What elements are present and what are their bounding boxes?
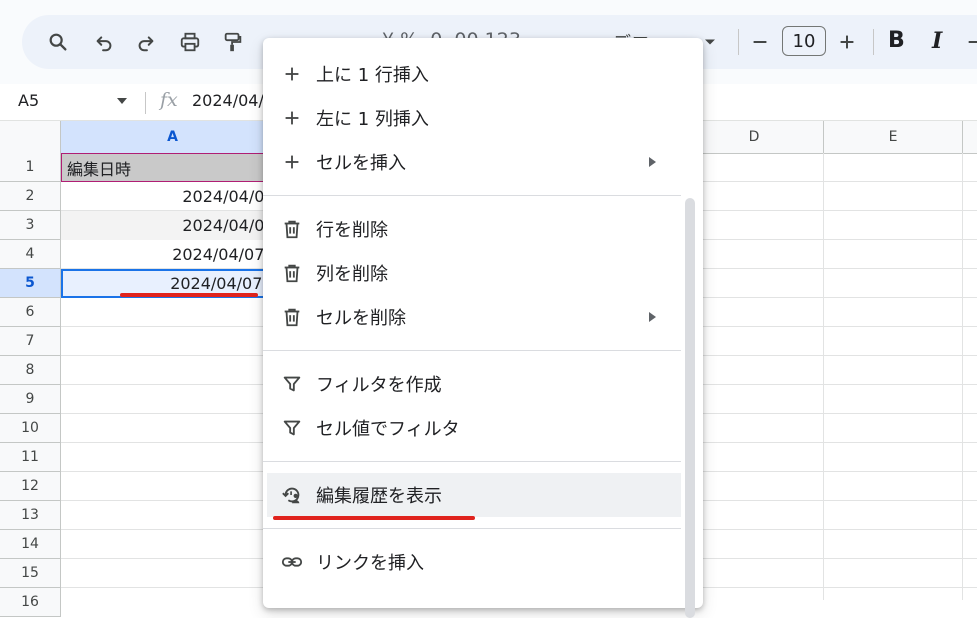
edit-history-icon [280, 483, 304, 507]
paint-format-icon[interactable] [219, 28, 247, 56]
plus-icon [280, 150, 304, 174]
menu-item-label: セル値でフィルタ [316, 419, 460, 440]
menu-item-label: リンクを挿入 [316, 553, 424, 574]
menu-item-insert-column-left[interactable]: 左に 1 列挿入 [263, 96, 683, 140]
column-header-d[interactable]: D [685, 121, 824, 153]
menu-divider [263, 461, 681, 462]
link-icon [280, 550, 304, 574]
row-header-selected[interactable]: 5 [0, 269, 61, 298]
print-icon[interactable] [176, 28, 204, 56]
column-header-a[interactable]: A [61, 121, 285, 153]
row-header[interactable]: 11 [0, 443, 61, 472]
row-header[interactable]: 10 [0, 414, 61, 443]
row-header[interactable]: 16 [0, 588, 61, 617]
row-header[interactable]: 9 [0, 385, 61, 414]
cell-text: 編集日時 [67, 159, 132, 179]
annotation-underline [273, 516, 475, 520]
plus-icon [280, 106, 304, 130]
redo-icon[interactable] [132, 28, 160, 56]
context-menu: 上に 1 行挿入 左に 1 列挿入 セルを挿入 行を削除 列を削除 セルを削除 … [263, 38, 703, 618]
row-header[interactable]: 13 [0, 501, 61, 530]
search-icon[interactable] [44, 28, 72, 56]
formula-input[interactable]: 2024/04/0 [192, 91, 274, 110]
menu-item-insert-link[interactable]: リンクを挿入 [263, 540, 683, 584]
chevron-down-icon[interactable] [700, 28, 720, 56]
strikethrough-icon[interactable] [962, 28, 977, 56]
toolbar-divider [873, 29, 874, 55]
undo-icon[interactable] [90, 28, 118, 56]
formula-divider [145, 92, 146, 114]
trash-icon [280, 305, 304, 329]
italic-button[interactable]: I [932, 28, 942, 54]
menu-item-delete-row[interactable]: 行を削除 [263, 207, 683, 251]
row-header[interactable]: 15 [0, 559, 61, 588]
row-header[interactable]: 8 [0, 356, 61, 385]
name-box[interactable]: A5 [18, 91, 39, 110]
menu-item-filter-by-value[interactable]: セル値でフィルタ [263, 406, 683, 450]
menu-item-delete-column[interactable]: 列を削除 [263, 251, 683, 295]
chevron-down-icon[interactable] [117, 98, 127, 104]
menu-item-label: セルを削除 [316, 308, 406, 329]
filter-icon [280, 372, 304, 396]
menu-divider [263, 528, 681, 529]
submenu-arrow-icon [649, 312, 656, 322]
bold-button[interactable]: B [888, 28, 905, 53]
annotation-underline [120, 293, 258, 297]
submenu-arrow-icon [649, 157, 656, 167]
row-header[interactable]: 4 [0, 240, 61, 269]
menu-divider [263, 195, 681, 196]
menu-item-label: 列を削除 [316, 264, 388, 285]
menu-item-delete-cells[interactable]: セルを削除 [263, 295, 683, 339]
menu-item-label: 編集履歴を表示 [316, 486, 442, 507]
row-header[interactable]: 14 [0, 530, 61, 559]
column-header-e[interactable]: E [824, 121, 963, 153]
plus-icon [280, 62, 304, 86]
row-header[interactable]: 7 [0, 327, 61, 356]
menu-item-label: 左に 1 列挿入 [316, 109, 429, 130]
select-all-corner[interactable] [0, 121, 61, 153]
row-header[interactable]: 2 [0, 182, 61, 211]
menu-item-create-filter[interactable]: フィルタを作成 [263, 362, 683, 406]
trash-icon [280, 217, 304, 241]
minus-icon[interactable] [746, 28, 774, 56]
row-header[interactable]: 1 [0, 153, 61, 182]
trash-icon [280, 261, 304, 285]
row-header[interactable]: 12 [0, 472, 61, 501]
fx-icon: fx [160, 89, 178, 111]
toolbar-divider [738, 29, 739, 55]
menu-item-label: セルを挿入 [316, 153, 406, 174]
row-header[interactable]: 3 [0, 211, 61, 240]
font-size-input[interactable]: 10 [782, 26, 826, 56]
menu-item-show-edit-history[interactable]: 編集履歴を表示 [267, 473, 681, 517]
filter-icon [280, 416, 304, 440]
menu-item-label: 行を削除 [316, 220, 388, 241]
menu-item-insert-cells[interactable]: セルを挿入 [263, 140, 683, 184]
menu-item-label: フィルタを作成 [316, 375, 442, 396]
menu-item-insert-row-above[interactable]: 上に 1 行挿入 [263, 52, 683, 96]
menu-divider [263, 350, 681, 351]
menu-scrollbar[interactable] [685, 198, 695, 618]
menu-item-label: 上に 1 行挿入 [316, 65, 429, 86]
row-header[interactable]: 6 [0, 298, 61, 327]
plus-icon[interactable] [833, 28, 861, 56]
